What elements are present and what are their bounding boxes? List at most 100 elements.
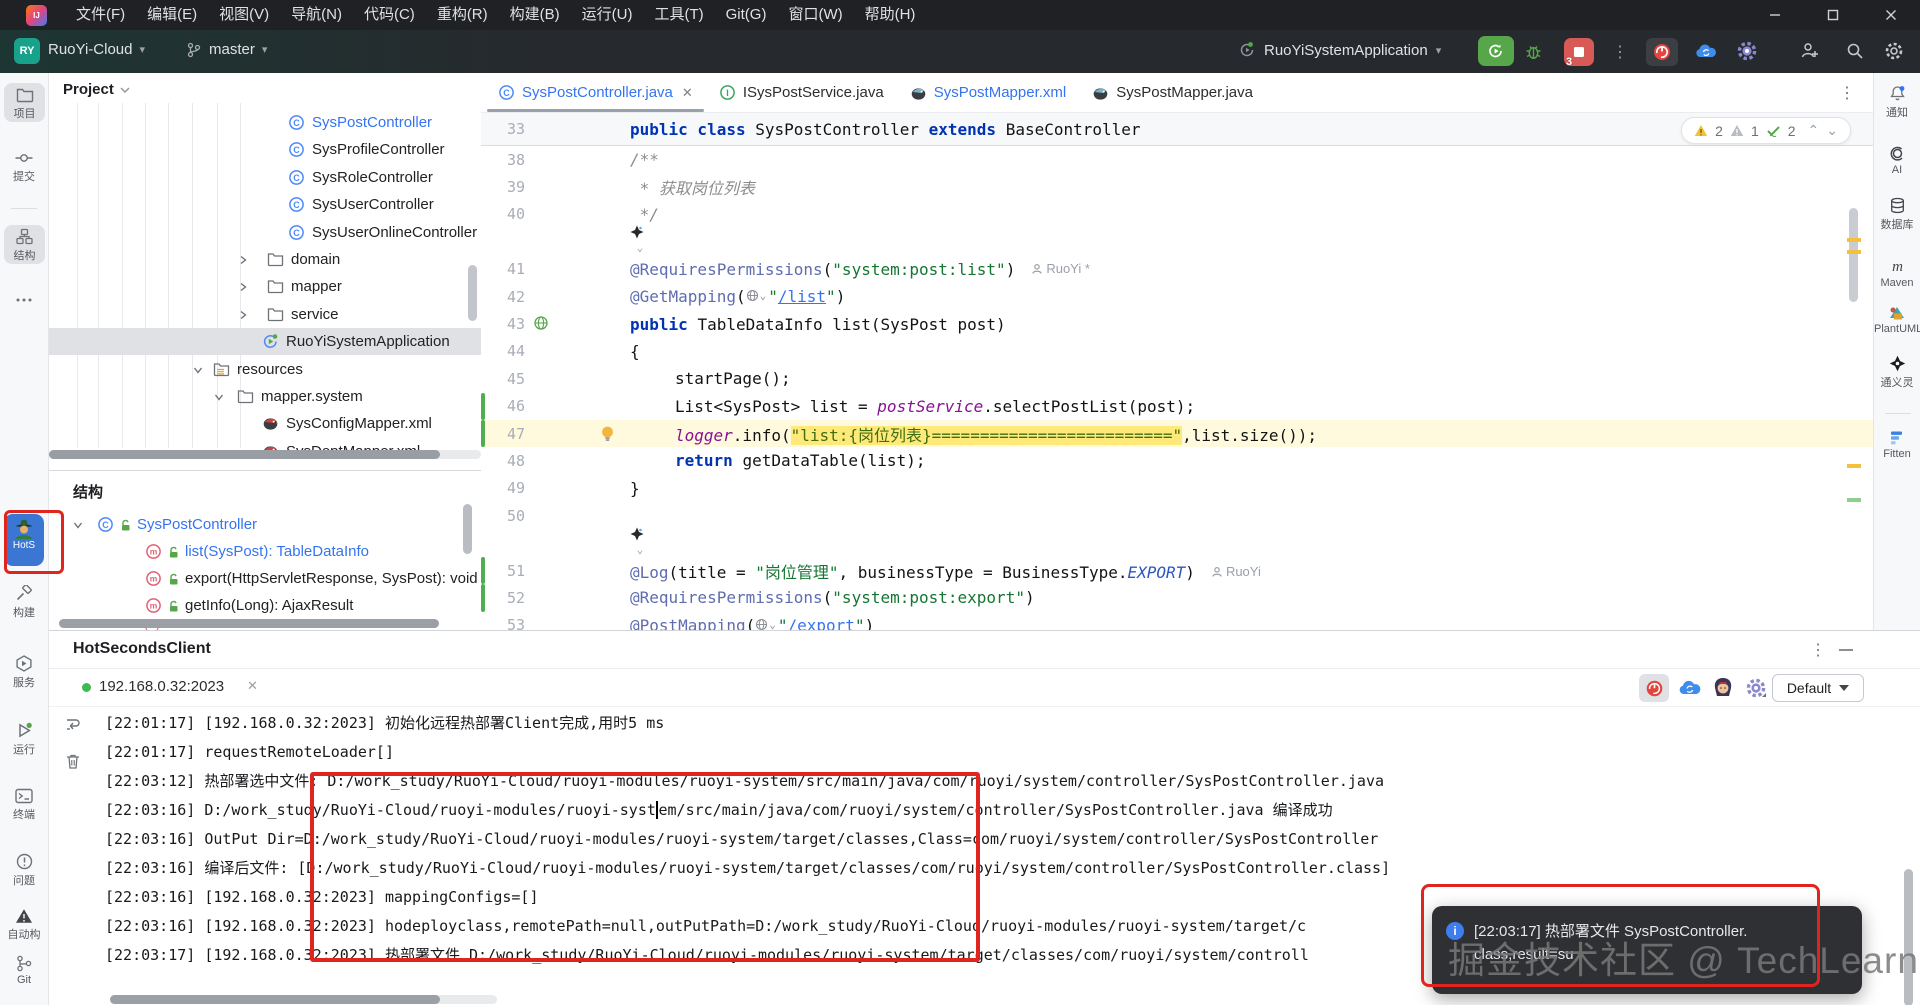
editor-tab[interactable]: SysPostMapper.xml [897,73,1080,112]
author-inlay[interactable]: RuoYi [1211,564,1261,579]
right-stripe-maven[interactable]: m Maven [1874,258,1920,291]
project-widget[interactable]: RuoYi-Cloud ▾ [48,41,145,58]
kebab-icon[interactable]: ⋮ [1810,640,1826,660]
chevron-down-icon[interactable] [72,519,84,531]
next-error-icon[interactable]: ⌄ [1826,122,1838,139]
structure-item[interactable]: C SysPostController [49,511,481,538]
code-line[interactable]: 47 logger.info("list:{岗位列表}==============… [481,419,1873,448]
gear-purple-icon[interactable] [1736,40,1758,62]
console-hscroll-thumb[interactable] [110,995,440,1004]
rest-endpoint-icon[interactable] [533,315,549,331]
menu-item[interactable]: 窗口(W) [777,0,853,30]
chevron-down-icon[interactable] [213,391,225,403]
editor-tab[interactable]: I ISysPostService.java [706,73,897,112]
chevron-right-icon[interactable] [237,254,249,266]
right-stripe-plantuml[interactable]: PlantUML [1874,305,1920,337]
avatar-icon[interactable] [1711,676,1735,700]
code-line[interactable]: 42 @GetMapping(⌄ "/list") [481,283,1873,310]
code-line[interactable]: 43 public TableDataInfo list(SysPost post… [481,310,1873,337]
author-inlay[interactable]: RuoYi * [1031,261,1090,276]
menu-item[interactable]: 重构(R) [426,0,499,30]
branch-widget[interactable]: master ▾ [186,41,267,58]
intention-bulb-icon[interactable] [600,425,615,442]
project-vscroll-thumb[interactable] [468,265,477,321]
project-tree-item[interactable]: C SysPostController [49,109,481,136]
structure-vscroll-thumb[interactable] [463,504,472,554]
structure-hscroll-thumb[interactable] [59,619,439,628]
kebab-icon[interactable]: ⋮ [1612,42,1628,62]
sidebar-item-structure[interactable]: 结构 [4,225,45,264]
profile-dropdown[interactable]: Default [1772,674,1864,702]
code-line[interactable]: 38/** [481,146,1873,173]
right-stripe-notifications[interactable]: 通知 [1874,85,1920,118]
trash-icon[interactable] [62,753,84,770]
code-line[interactable]: 48 return getDataTable(list); [481,447,1873,474]
code-line[interactable]: 39 * 获取岗位列表 [481,173,1873,200]
close-tab-icon[interactable]: ✕ [247,678,258,694]
sticky-line[interactable]: 33 public class SysPostController extend… [481,113,1873,146]
ai-hint-row[interactable]: ⌄ [481,225,1873,258]
menu-item[interactable]: 文件(F) [65,0,136,30]
ai-hint-row[interactable]: ⌄ [481,527,1873,556]
maximize-icon[interactable] [1804,0,1862,30]
code-line[interactable]: 52 @RequiresPermissions("system:post:expo… [481,584,1873,612]
code-line[interactable]: 40 */ [481,201,1873,228]
hot-power-toggle[interactable] [1639,674,1669,702]
sidebar-item-auto[interactable]: 自动构 [0,908,48,940]
sidebar-item-git[interactable]: Git [0,955,48,988]
editor-tab[interactable]: C SysPostController.java ✕ [485,73,706,112]
right-stripe-fitten[interactable]: Fitten [1874,430,1920,462]
structure-item[interactable]: m list(SysPost): TableDataInfo [49,538,481,565]
code-line[interactable]: 45 startPage(); [481,365,1873,392]
project-tree-item[interactable]: service [49,301,481,328]
ai-assistant-icon[interactable]: ⌄ [630,527,644,560]
right-stripe-ai[interactable]: AI [1874,145,1920,178]
run-config-selector[interactable]: RuoYiSystemApplication ▾ [1238,41,1441,59]
structure-item[interactable]: m getInfo(Long): AjaxResult [49,592,481,619]
close-tab-icon[interactable]: ✕ [682,85,693,101]
add-user-icon[interactable] [1800,42,1820,60]
menu-item[interactable]: 工具(T) [643,0,714,30]
project-tree-item[interactable]: RuoYiSystemApplication [49,328,481,356]
code-line[interactable]: 41 @RequiresPermissions("system:post:list… [481,256,1873,283]
project-hscroll-thumb[interactable] [49,450,440,459]
project-panel-header[interactable]: Project [63,81,130,98]
soft-wrap-icon[interactable] [62,716,84,733]
code-line[interactable]: 53 @PostMapping(⌄ "/export") [481,612,1873,630]
debug-icon[interactable] [1524,42,1543,61]
url-inlay-icon[interactable]: ⌄ [746,289,766,302]
prev-error-icon[interactable]: ⌃ [1808,122,1820,139]
code-line[interactable]: 51 @Log(title = "岗位管理", businessType = Bu… [481,556,1873,585]
minimize-panel-icon[interactable] [1839,648,1853,652]
sidebar-item-build[interactable]: 构建 [0,585,48,618]
search-icon[interactable] [1846,42,1864,60]
menu-item[interactable]: 帮助(H) [854,0,927,30]
project-avatar[interactable]: RY [14,38,40,64]
menu-item[interactable]: 运行(U) [571,0,644,30]
settings-icon[interactable] [1884,41,1904,61]
inspections-widget[interactable]: 2 1 2 ⌃ ⌄ [1681,117,1851,144]
project-tree-item[interactable]: C SysUserController [49,191,481,218]
project-tree-item[interactable]: C SysProfileController [49,136,481,163]
cloud-sync-icon[interactable] [1677,677,1703,698]
sidebar-item-more[interactable] [0,297,48,303]
sidebar-item-terminal[interactable]: 终端 [0,788,48,820]
editor-scrollbar[interactable] [1847,146,1861,630]
menu-item[interactable]: 视图(V) [208,0,280,30]
project-tree-item[interactable]: SysConfigMapper.xml [49,410,481,437]
sidebar-item-commit[interactable]: 提交 [0,150,48,182]
menu-item[interactable]: 代码(C) [353,0,426,30]
sidebar-item-services[interactable]: 服务 [0,655,48,688]
url-inlay-icon[interactable]: ⌄ [755,618,776,630]
project-tree-item[interactable]: domain [49,246,481,273]
rerun-button[interactable] [1478,36,1514,66]
structure-item[interactable]: m export(HttpServletResponse, SysPost): v… [49,565,481,592]
code-line[interactable]: 50 [481,502,1873,529]
editor-tab[interactable]: SysPostMapper.java [1079,73,1266,112]
gear-purple-icon[interactable] [1745,677,1767,699]
right-stripe-database[interactable]: 数据库 [1874,197,1920,230]
project-tree-item[interactable]: mapper [49,273,481,300]
ai-assistant-icon[interactable]: ⌄ [630,225,644,258]
sidebar-item-project[interactable]: 项目 [4,83,45,122]
ide-logo-icon[interactable]: IJ [26,4,47,26]
